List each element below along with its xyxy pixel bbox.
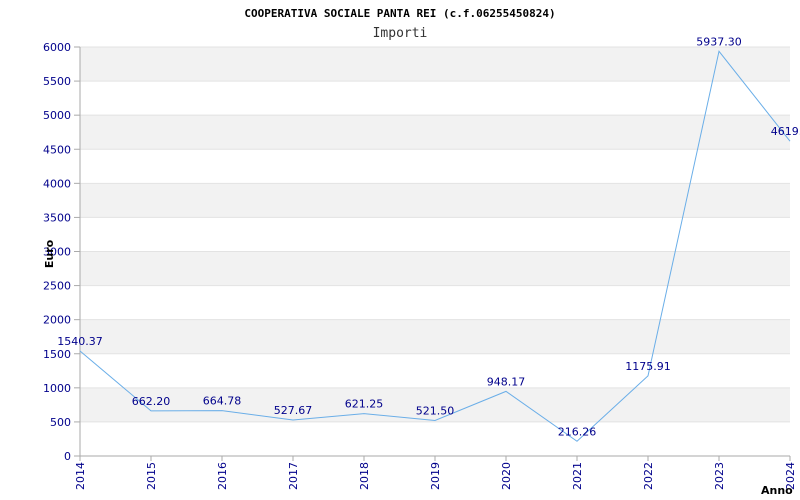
x-tick-label: 2021 [571, 462, 584, 490]
grid-band [80, 319, 790, 354]
grid-band [80, 149, 790, 184]
data-label: 662.20 [132, 395, 171, 408]
data-label: 1175.91 [625, 360, 671, 373]
y-tick-label: 6000 [43, 41, 71, 54]
grid-band [80, 217, 790, 252]
x-tick-label: 2018 [358, 462, 371, 490]
grid-band [80, 421, 790, 456]
data-label: 5937.30 [696, 35, 742, 48]
data-label: 664.78 [203, 395, 242, 408]
chart: 0500100015002000250030003500400045005000… [43, 7, 800, 497]
grid-band [80, 47, 790, 82]
data-label: 1540.37 [57, 335, 103, 348]
x-axis-label: Anno [761, 484, 793, 497]
y-tick-label: 4500 [43, 143, 71, 156]
data-label: 216.26 [558, 425, 597, 438]
y-tick-label: 2500 [43, 280, 71, 293]
x-tick-label: 2016 [216, 462, 229, 490]
chart-subtitle: Importi [373, 26, 428, 41]
y-tick-label: 5500 [43, 75, 71, 88]
y-tick-label: 1500 [43, 348, 71, 361]
grid-band [80, 353, 790, 388]
x-tick-label: 2020 [500, 462, 513, 490]
x-tick-label: 2023 [713, 462, 726, 490]
y-axis-label: Euro [43, 239, 56, 268]
grid-band [80, 81, 790, 116]
grid-band [80, 115, 790, 150]
x-tick-label: 2015 [145, 462, 158, 490]
chart-title: COOPERATIVA SOCIALE PANTA REI (c.f.06255… [244, 7, 555, 20]
data-label: 521.50 [416, 404, 455, 417]
data-label: 621.25 [345, 398, 384, 411]
grid-band [80, 251, 790, 286]
data-label: 4619.0 [771, 125, 800, 138]
y-tick-label: 1000 [43, 382, 71, 395]
y-tick-label: 0 [64, 450, 71, 463]
y-tick-label: 3500 [43, 211, 71, 224]
data-label: 527.67 [274, 404, 313, 417]
x-tick-labels: 2014 2015 2016 2017 2018 2019 2020 2021 2022 2023… [74, 456, 797, 490]
x-tick-label: 2014 [74, 462, 87, 490]
y-tick-label: 4000 [43, 177, 71, 190]
x-tick-label: 2022 [642, 462, 655, 490]
x-tick-label: 2017 [287, 462, 300, 490]
data-label: 948.17 [487, 375, 526, 388]
y-tick-label: 2000 [43, 314, 71, 327]
x-tick-label: 2019 [429, 462, 442, 490]
grid-band [80, 285, 790, 320]
y-tick-label: 500 [50, 416, 71, 429]
y-tick-label: 5000 [43, 109, 71, 122]
